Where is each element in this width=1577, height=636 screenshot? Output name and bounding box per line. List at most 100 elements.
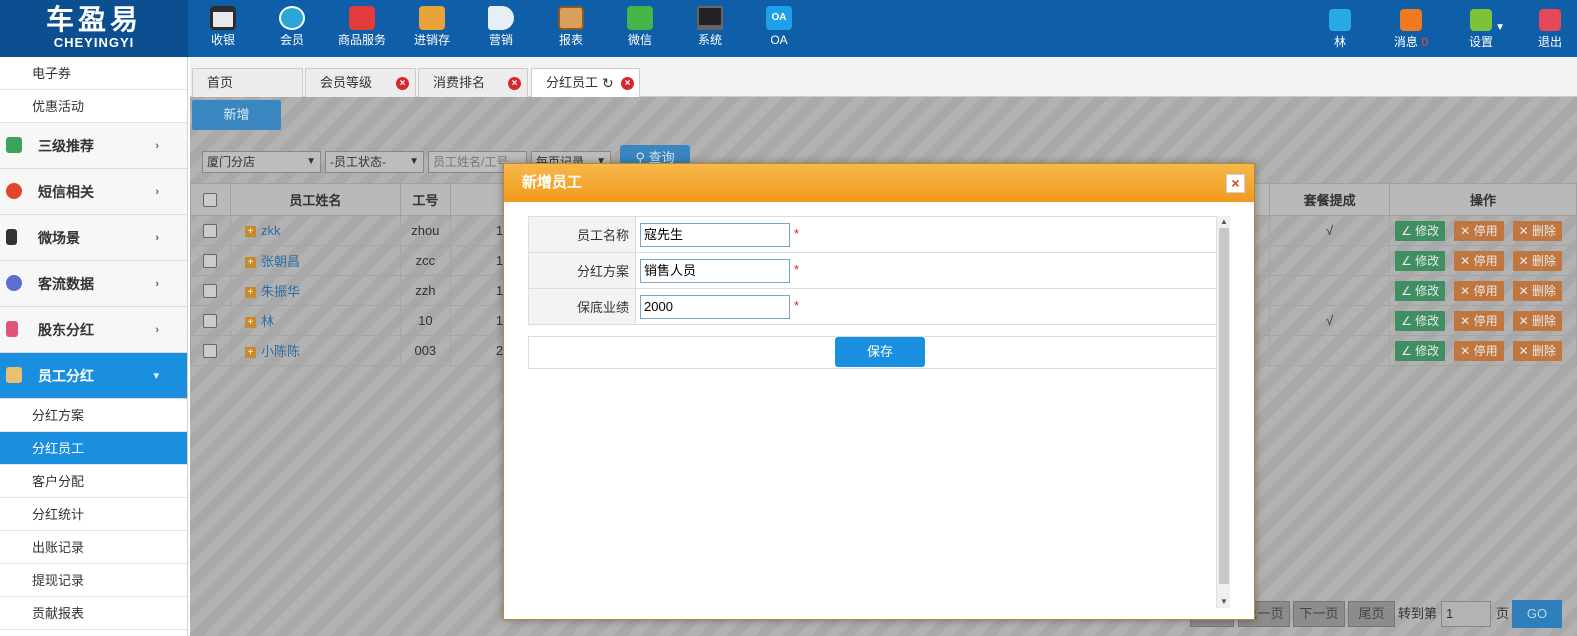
row-select-cell[interactable] [190,245,231,276]
pager-next-button[interactable]: 下一页 [1293,601,1345,627]
select-all-cell[interactable] [190,183,231,216]
row-checkbox[interactable] [203,224,218,239]
edit-button[interactable]: ∠ 修改 [1395,280,1446,301]
tab-bonus-staff[interactable]: 分红员工 ↻ × [531,68,640,98]
nav-member[interactable]: 会员 [257,0,327,57]
sidebar-group-sms[interactable]: 短信相关 › [0,169,187,215]
tab-home[interactable]: 首页 [192,68,303,98]
delete-button[interactable]: ✕ 删除 [1512,340,1562,361]
edit-button[interactable]: ∠ 修改 [1395,310,1446,331]
expand-icon[interactable]: + [244,287,256,299]
sidebar-item-coupons[interactable]: 电子券 [0,57,187,90]
sidebar-item-bonus-plan[interactable]: 分红方案 [0,399,187,432]
minimum-performance-input[interactable]: 2000 [640,294,790,319]
bonus-plan-input[interactable]: 销售人员 [640,258,790,283]
edit-button[interactable]: ∠ 修改 [1395,340,1446,361]
sidebar-item-bonus-staff[interactable]: 分红员工 [0,432,187,465]
status-select[interactable]: -员工状态- ▼ [325,151,424,173]
staff-name[interactable]: 张朝昌 [261,254,300,269]
disable-button[interactable]: ✕ 停用 [1454,340,1504,361]
disable-button[interactable]: ✕ 停用 [1454,220,1504,241]
sidebar-group-referral[interactable]: 三级推荐 › [0,123,187,169]
row-select-cell[interactable] [190,305,231,336]
scroll-up-icon[interactable]: ▲ [1217,216,1231,228]
delete-button[interactable]: ✕ 删除 [1512,220,1562,241]
nav-system[interactable]: 系统 [675,0,745,57]
sidebar-group-traffic[interactable]: 客流数据 › [0,261,187,307]
select-all-checkbox[interactable] [203,193,218,208]
edit-label: 修改 [1415,343,1440,358]
nav-marketing[interactable]: 营销 [466,0,536,57]
nav-goods-service[interactable]: 商品服务 [327,0,397,57]
tab-consumption-rank[interactable]: 消费排名 × [418,68,528,98]
staff-name-cell[interactable]: + 朱振华 [229,275,401,306]
disable-button[interactable]: ✕ 停用 [1454,280,1504,301]
disable-button[interactable]: ✕ 停用 [1454,250,1504,271]
row-checkbox[interactable] [203,344,218,359]
add-button[interactable]: 新增 [192,100,281,130]
pager-page-input[interactable]: 1 [1441,601,1491,627]
delete-button[interactable]: ✕ 删除 [1512,280,1562,301]
nav-oa[interactable]: OA OA [744,0,814,57]
delete-button[interactable]: ✕ 删除 [1512,310,1562,331]
expand-icon[interactable]: + [244,226,256,238]
close-icon[interactable]: × [508,77,521,90]
nav-wechat[interactable]: 微信 [605,0,675,57]
staff-name[interactable]: 朱振华 [261,284,300,299]
row-checkbox[interactable] [203,314,218,329]
save-button[interactable]: 保存 [835,337,925,367]
refresh-icon[interactable]: ↻ [602,69,614,97]
sidebar-item-withdraw-records[interactable]: 提现记录 [0,564,187,597]
sidebar-item-promotions[interactable]: 优惠活动 [0,90,187,123]
staff-name-cell[interactable]: + zkk [229,215,401,246]
dialog-scrollbar[interactable]: ▲ ▼ [1216,216,1230,608]
scroll-down-icon[interactable]: ▼ [1217,596,1231,608]
nav-inventory[interactable]: 进销存 [397,0,467,57]
sidebar-group-staff-bonus[interactable]: 员工分红 ▾ [0,353,187,399]
sidebar-group-micro-scene[interactable]: 微场景 › [0,215,187,261]
staff-name-cell[interactable]: + 张朝昌 [229,245,401,276]
sidebar-item-payout-records[interactable]: 出账记录 [0,531,187,564]
staff-name-input[interactable]: 寇先生 [640,222,790,247]
pager-go-button[interactable]: GO [1512,600,1562,628]
nav-cashier[interactable]: 收银 [188,0,258,57]
row-checkbox[interactable] [203,254,218,269]
expand-icon[interactable]: + [244,257,256,269]
expand-icon[interactable]: + [244,317,256,329]
user-menu[interactable]: 林 [1315,0,1365,57]
disable-button[interactable]: ✕ 停用 [1454,310,1504,331]
sidebar-item-contribution-report[interactable]: 贡献报表 [0,597,187,630]
sidebar-item-customer-assign[interactable]: 客户分配 [0,465,187,498]
tab-label: 分红员工 [546,75,599,90]
edit-button[interactable]: ∠ 修改 [1395,220,1446,241]
sidebar-item-bonus-stats[interactable]: 分红统计 [0,498,187,531]
sidebar-group-label: 客流数据 [38,276,94,292]
staff-name[interactable]: zkk [261,223,281,238]
store-select[interactable]: 厦门分店 ▼ [202,151,321,173]
row-select-cell[interactable] [190,275,231,306]
row-select-cell[interactable] [190,335,231,366]
close-icon[interactable]: × [396,77,409,90]
staff-name[interactable]: 林 [261,314,274,329]
close-icon[interactable]: × [1226,174,1245,193]
nav-label: OA [770,33,788,47]
row-select-cell[interactable] [190,215,231,246]
settings-label: 设置 [1468,35,1493,49]
row-checkbox[interactable] [203,284,218,299]
tab-member-level[interactable]: 会员等级 × [305,68,416,98]
nav-report[interactable]: 报表 [536,0,606,57]
sidebar-group-shareholder[interactable]: 股东分红 › [0,307,187,353]
settings-button[interactable]: 设置 ▼ [1455,0,1507,57]
delete-button[interactable]: ✕ 删除 [1512,250,1562,271]
scroll-thumb[interactable] [1219,228,1229,584]
app-logo[interactable]: 车盈易 CHEYINGYI [0,0,188,57]
staff-name[interactable]: 小陈陈 [261,344,300,359]
messages-button[interactable]: 消息 0 [1385,0,1437,57]
expand-icon[interactable]: + [244,347,256,359]
staff-name-cell[interactable]: + 小陈陈 [229,335,401,366]
pager-last-button[interactable]: 尾页 [1348,601,1395,627]
logout-button[interactable]: 退出 [1525,0,1575,57]
staff-name-cell[interactable]: + 林 [229,305,401,336]
close-icon[interactable]: × [621,77,634,90]
edit-button[interactable]: ∠ 修改 [1395,250,1446,271]
